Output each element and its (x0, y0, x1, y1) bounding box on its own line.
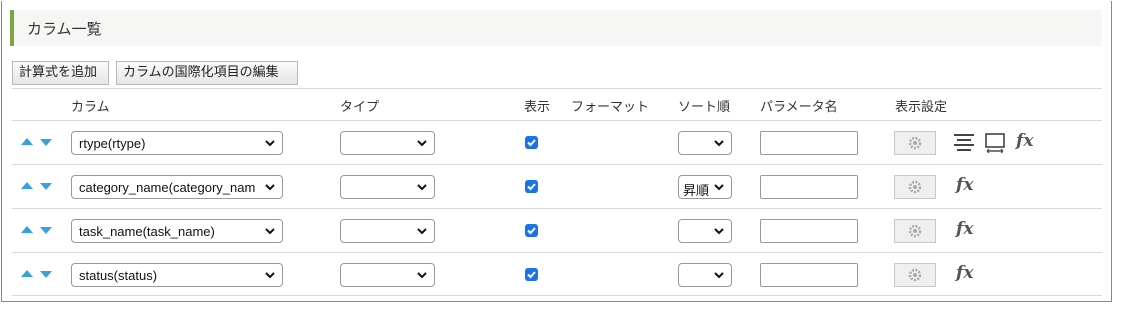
gear-icon (908, 268, 922, 282)
header-column: カラム (71, 100, 110, 115)
chevron-down-icon (417, 140, 427, 147)
chevron-down-icon (265, 140, 275, 147)
fx-icon[interactable]: fx (956, 263, 973, 283)
sort-select[interactable] (678, 263, 732, 287)
move-down-icon[interactable] (40, 271, 52, 278)
gear-icon (908, 180, 922, 194)
move-down-icon[interactable] (40, 227, 52, 234)
settings-button[interactable] (894, 131, 936, 155)
fx-icon[interactable]: fx (956, 219, 973, 239)
move-up-icon[interactable] (21, 226, 33, 233)
display-icon[interactable] (985, 133, 1005, 153)
header-param: パラメータ名 (760, 100, 838, 115)
sort-select-value: 昇順 (683, 183, 710, 198)
table-row: category_name(category_nam 昇順 fx (12, 165, 1102, 209)
type-select[interactable] (340, 219, 435, 243)
align-center-icon[interactable] (954, 133, 974, 151)
display-checkbox[interactable] (525, 268, 538, 281)
header-display-settings: 表示設定 (895, 100, 948, 115)
fx-icon[interactable]: fx (1016, 131, 1033, 151)
divider (12, 88, 1102, 89)
divider (12, 295, 1102, 296)
chevron-down-icon (265, 184, 275, 191)
settings-button[interactable] (894, 263, 936, 287)
column-select-value: status(status) (79, 268, 158, 283)
chevron-down-icon (265, 272, 275, 279)
type-select[interactable] (340, 131, 435, 155)
chevron-down-icon (714, 184, 724, 191)
type-select[interactable] (340, 175, 435, 199)
move-up-icon[interactable] (21, 182, 33, 189)
chevron-down-icon (417, 228, 427, 235)
page-title: カラム一覧 (27, 20, 102, 38)
move-down-icon[interactable] (40, 139, 52, 146)
column-select[interactable]: task_name(task_name) (71, 219, 283, 243)
edit-i18n-button[interactable]: カラムの国際化項目の編集 (116, 61, 298, 85)
column-select-value: rtype(rtype) (79, 136, 146, 151)
chevron-down-icon (265, 228, 275, 235)
param-input[interactable] (760, 131, 858, 155)
table-row: status(status) fx (12, 253, 1102, 297)
display-checkbox[interactable] (525, 224, 538, 237)
column-select[interactable]: category_name(category_nam (71, 175, 283, 199)
section-header: カラム一覧 (10, 10, 1102, 46)
header-format: フォーマット (571, 100, 650, 115)
move-up-icon[interactable] (21, 270, 33, 277)
sort-select[interactable] (678, 131, 732, 155)
chevron-down-icon (417, 272, 427, 279)
chevron-down-icon (417, 184, 427, 191)
gear-icon (908, 136, 922, 150)
table-row: rtype(rtype) fx (12, 121, 1102, 165)
display-checkbox[interactable] (525, 136, 538, 149)
column-select-value: category_name(category_nam (79, 180, 256, 195)
sort-select[interactable]: 昇順 (678, 175, 732, 199)
chevron-down-icon (714, 140, 724, 147)
column-select[interactable]: status(status) (71, 263, 283, 287)
gear-icon (908, 224, 922, 238)
move-down-icon[interactable] (40, 183, 52, 190)
chevron-down-icon (714, 272, 724, 279)
table-row: task_name(task_name) fx (12, 209, 1102, 253)
param-input[interactable] (760, 263, 858, 287)
column-select-value: task_name(task_name) (79, 224, 215, 239)
param-input[interactable] (760, 175, 858, 199)
header-display: 表示 (524, 100, 551, 115)
header-type: タイプ (340, 100, 380, 115)
add-formula-button[interactable]: 計算式を追加 (12, 61, 109, 85)
sort-select[interactable] (678, 219, 732, 243)
column-select[interactable]: rtype(rtype) (71, 131, 283, 155)
settings-button[interactable] (894, 219, 936, 243)
param-input[interactable] (760, 219, 858, 243)
type-select[interactable] (340, 263, 435, 287)
fx-icon[interactable]: fx (956, 175, 973, 195)
settings-button[interactable] (894, 175, 936, 199)
chevron-down-icon (714, 228, 724, 235)
move-up-icon[interactable] (21, 138, 33, 145)
display-checkbox[interactable] (525, 180, 538, 193)
header-sort: ソート順 (678, 100, 731, 115)
